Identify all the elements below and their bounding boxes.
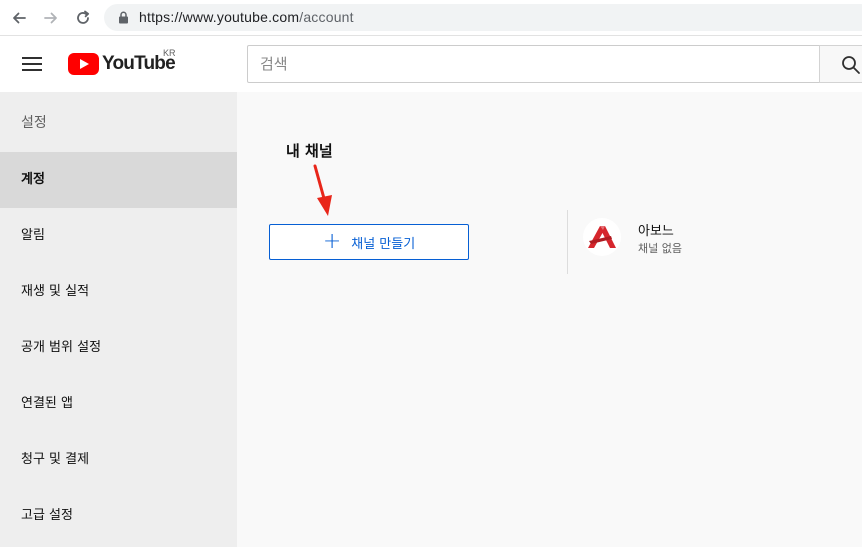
youtube-header: YouTube KR 검색 [0, 36, 862, 92]
region-code: KR [163, 48, 176, 58]
settings-sidebar: 설정 계정 알림 재생 및 실적 공개 범위 설정 연결된 앱 청구 및 결제 … [0, 92, 237, 547]
browser-toolbar: https://www.youtube.com/account [0, 0, 862, 36]
search-input[interactable]: 검색 [247, 45, 820, 83]
plus-icon: + [322, 229, 342, 254]
back-button[interactable] [8, 7, 30, 29]
search-button[interactable] [819, 45, 862, 83]
forward-button[interactable] [40, 7, 62, 29]
sidebar-item-account[interactable]: 계정 [0, 152, 237, 208]
avatar[interactable] [583, 218, 621, 256]
red-a-logo-icon [588, 226, 616, 248]
sidebar-item-privacy[interactable]: 공개 범위 설정 [0, 320, 237, 376]
lock-icon [119, 11, 128, 24]
url-text: https://www.youtube.com/account [139, 9, 354, 25]
youtube-logo[interactable]: YouTube [68, 51, 176, 77]
youtube-play-icon [68, 53, 99, 75]
sidebar-item-advanced[interactable]: 고급 설정 [0, 488, 237, 544]
search-icon [842, 56, 860, 74]
account-channel-status: 채널 없음 [638, 242, 682, 255]
url-path: /account [299, 9, 354, 25]
reload-button[interactable] [72, 7, 94, 29]
forward-arrow-icon [44, 12, 57, 24]
vertical-divider [567, 210, 568, 274]
red-arrow-icon [313, 164, 332, 216]
url-host: https://www.youtube.com [139, 9, 300, 25]
menu-icon[interactable] [22, 55, 44, 73]
sidebar-title: 설정 [21, 115, 47, 131]
sidebar-item-notifications[interactable]: 알림 [0, 208, 237, 264]
create-channel-label: 채널 만들기 [351, 236, 416, 252]
sidebar-item-connected-apps[interactable]: 연결된 앱 [0, 376, 237, 432]
my-channel-annotation: 내 채널 [286, 142, 333, 160]
sidebar-item-billing[interactable]: 청구 및 결제 [0, 432, 237, 488]
sidebar-item-playback[interactable]: 재생 및 실적 [0, 264, 237, 320]
reload-icon [77, 10, 90, 24]
back-arrow-icon [13, 12, 26, 24]
account-name: 아보느 [638, 224, 674, 239]
create-channel-button[interactable]: + 채널 만들기 [269, 224, 469, 260]
address-bar[interactable]: https://www.youtube.com/account [104, 4, 862, 31]
account-settings-main: 내 채널 + 채널 만들기 아보느 채널 없음 [237, 92, 862, 547]
